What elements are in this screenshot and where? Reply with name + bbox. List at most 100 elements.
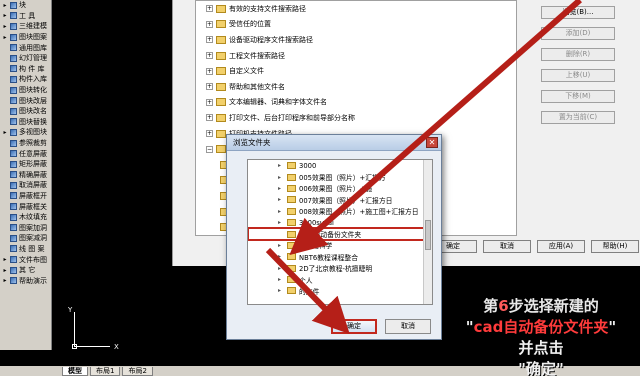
folder-icon	[216, 145, 226, 154]
expand-arrow-icon: ▸	[3, 33, 7, 41]
options-side-buttons: 浏览(B)... 添加(D) 删除(R) 上移(U) 下移(M) 置为当前(C)	[541, 6, 615, 132]
tool-icon	[10, 277, 17, 285]
folder-tree[interactable]: ▸ 3000 ▸ 005效果图（照片）+汇报方 ▸ 006效果图（照片）+施 ▸ 007效果图…	[247, 159, 433, 305]
palette-item[interactable]: 构 件 库	[0, 64, 51, 75]
palette-item[interactable]: ▸ 其 它	[0, 265, 51, 276]
palette-item[interactable]: 通用图库	[0, 42, 51, 53]
folder-icon	[216, 98, 226, 107]
expand-arrow-icon[interactable]: ▸	[278, 287, 284, 294]
selected-folder-item[interactable]: CAD自动备份文件夹	[248, 227, 432, 241]
palette-item[interactable]: 参照裁剪	[0, 138, 51, 149]
palette-item[interactable]: 矩形屏蔽	[0, 159, 51, 170]
expand-arrow-icon[interactable]: ▸	[278, 219, 284, 226]
ucs-x-label: X	[114, 343, 119, 351]
expand-arrow-icon[interactable]: ▸	[278, 242, 284, 249]
options-bottom-button[interactable]: 取消	[483, 240, 531, 253]
palette-item[interactable]: ▸ 块	[0, 0, 51, 11]
tree-node-label: 打印文件、后台打印程序和前导部分名称	[229, 113, 355, 122]
palette-item[interactable]: 图块替换	[0, 117, 51, 128]
tool-icon	[10, 1, 17, 9]
cancel-button[interactable]: 取消	[385, 319, 431, 334]
palette-item[interactable]: 木纹填充	[0, 212, 51, 223]
expand-arrow-icon[interactable]: ▸	[278, 162, 284, 169]
folder-item[interactable]: ▸ NBT6教程课程整合	[248, 251, 432, 262]
palette-item[interactable]: 精确屏蔽	[0, 170, 51, 181]
palette-item[interactable]: 图块转化	[0, 85, 51, 96]
expand-toggle-icon[interactable]: +	[206, 20, 213, 28]
expand-toggle-icon[interactable]: +	[206, 67, 213, 75]
expand-toggle-icon[interactable]: +	[206, 5, 213, 13]
palette-item[interactable]: 屏蔽框关	[0, 201, 51, 212]
palette-item-label: 工 具	[19, 11, 36, 20]
expand-toggle-icon[interactable]: +	[206, 83, 213, 91]
folder-item[interactable]: ▸ 005效果图（照片）+汇报方	[248, 171, 432, 182]
palette-item[interactable]: 取消屏蔽	[0, 180, 51, 191]
folder-item[interactable]: ▸ 2D了北京教程-杭擅睫明	[248, 263, 432, 274]
palette-item[interactable]: 线 图 案	[0, 244, 51, 255]
expand-toggle-icon[interactable]: −	[206, 145, 213, 153]
options-side-button[interactable]: 上移(U)	[541, 69, 615, 82]
expand-toggle-icon[interactable]: +	[206, 98, 213, 106]
palette-item[interactable]: ▸ 帮助演示	[0, 275, 51, 286]
expand-arrow-icon[interactable]: ▸	[278, 208, 284, 215]
options-side-button[interactable]: 浏览(B)...	[541, 6, 615, 19]
palette-item[interactable]: 屏蔽框开	[0, 191, 51, 202]
palette-item[interactable]: 图案加洞	[0, 222, 51, 233]
palette-item[interactable]: 图块改名	[0, 106, 51, 117]
expand-arrow-icon[interactable]: ▸	[278, 253, 284, 260]
tree-node[interactable]: + 自定义文件	[196, 63, 516, 79]
expand-toggle-icon[interactable]: +	[206, 114, 213, 122]
layout-tab[interactable]: 布局2	[122, 366, 153, 376]
layout-tab[interactable]: 模型	[62, 366, 88, 376]
tree-node[interactable]: + 有效的支持文件搜索路径	[196, 1, 516, 17]
palette-item-label: 帮助演示	[19, 276, 47, 285]
palette-item[interactable]: 任意屏蔽	[0, 148, 51, 159]
options-side-button[interactable]: 置为当前(C)	[541, 111, 615, 124]
expand-arrow-icon[interactable]: ▸	[278, 265, 284, 272]
tree-node[interactable]: + 工程文件搜索路径	[196, 48, 516, 64]
folder-item[interactable]: ▸ 006效果图（照片）+施	[248, 183, 432, 194]
palette-item[interactable]: 构件入库	[0, 74, 51, 85]
expand-arrow-icon[interactable]: ▸	[278, 276, 284, 283]
scroll-thumb[interactable]	[425, 220, 431, 250]
tree-node[interactable]: + 受信任的位置	[196, 17, 516, 33]
folder-icon	[216, 20, 226, 29]
palette-item[interactable]: ▸ 工 具	[0, 11, 51, 22]
palette-item[interactable]: 图块改层	[0, 95, 51, 106]
options-side-button[interactable]: 删除(R)	[541, 48, 615, 61]
palette-item[interactable]: 幻灯管理	[0, 53, 51, 64]
options-side-button[interactable]: 下移(M)	[541, 90, 615, 103]
expand-arrow-icon[interactable]: ▸	[278, 196, 284, 203]
folder-icon	[287, 173, 296, 181]
quote-close: "	[608, 318, 617, 336]
tree-node[interactable]: + 打印文件、后台打印程序和前导部分名称	[196, 110, 516, 126]
layout-tab[interactable]: 布局1	[90, 366, 121, 376]
folder-tree-scrollbar[interactable]	[423, 160, 432, 304]
palette-item[interactable]: ▸ 三维建模	[0, 21, 51, 32]
palette-item[interactable]: ▸ 多视图块	[0, 127, 51, 138]
folder-item[interactable]: ▸ 3000sucai	[248, 217, 432, 228]
folder-item[interactable]: ▸ 个人	[248, 274, 432, 285]
expand-toggle-icon[interactable]: +	[206, 52, 213, 60]
expand-toggle-icon[interactable]: +	[206, 36, 213, 44]
folder-item[interactable]: ▸ 3000	[248, 160, 432, 171]
ok-button[interactable]: 确定	[331, 319, 377, 334]
expand-toggle-icon[interactable]: +	[206, 130, 213, 138]
palette-item[interactable]: ▸ 文件布图	[0, 254, 51, 265]
folder-item[interactable]: ▸ IT视图科学	[248, 240, 432, 251]
expand-arrow-icon[interactable]: ▸	[278, 174, 284, 181]
options-bottom-button[interactable]: 应用(A)	[537, 240, 585, 253]
folder-item[interactable]: ▸ 的文件	[248, 285, 432, 296]
close-icon[interactable]: ✕	[426, 137, 438, 148]
tree-node[interactable]: + 设备驱动程序文件搜索路径	[196, 32, 516, 48]
options-bottom-button[interactable]: 帮助(H)	[591, 240, 639, 253]
expand-arrow-icon[interactable]: ▸	[278, 185, 284, 192]
tree-node[interactable]: + 帮助和其他文件名	[196, 79, 516, 95]
palette-item[interactable]: ▸ 图块图案	[0, 32, 51, 43]
folder-item[interactable]: ▸ 007效果图（照片）+汇报方日	[248, 194, 432, 205]
palette-item[interactable]: 图案减洞	[0, 233, 51, 244]
folder-item[interactable]: ▸ 008效果图（照片）+施工图+汇报方日	[248, 206, 432, 217]
folder-icon	[287, 196, 296, 204]
tree-node[interactable]: + 文本编辑器、词典和字体文件名	[196, 95, 516, 111]
options-side-button[interactable]: 添加(D)	[541, 27, 615, 40]
